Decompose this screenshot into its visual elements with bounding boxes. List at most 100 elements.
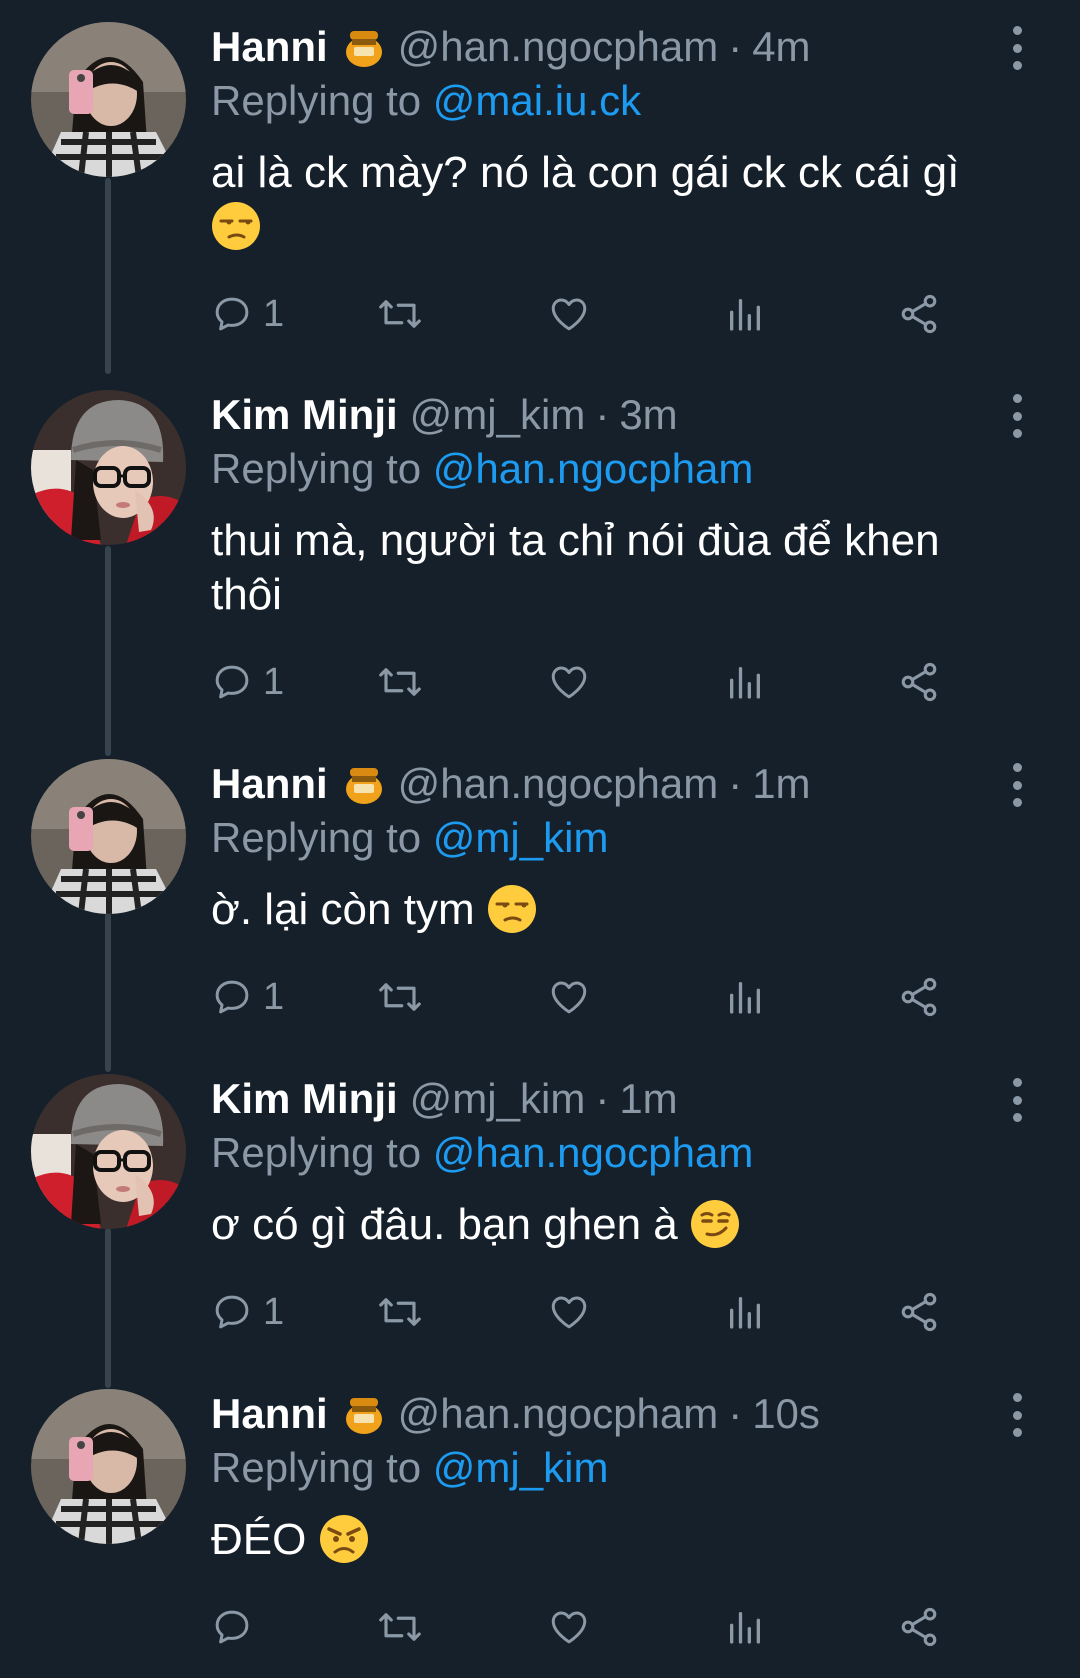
share-button[interactable] <box>897 290 941 338</box>
like-button[interactable] <box>547 290 591 338</box>
like-button[interactable] <box>547 1288 591 1336</box>
like-button[interactable] <box>547 973 591 1021</box>
reply-button[interactable]: 1 <box>211 1288 284 1336</box>
tweet-actions: 1 <box>211 658 1011 706</box>
retweet-icon <box>379 1298 421 1326</box>
display-name[interactable]: Kim Minji <box>211 391 398 439</box>
handle[interactable]: @han.ngocpham <box>398 23 719 71</box>
share-icon <box>901 1292 937 1332</box>
tweet[interactable]: Kim Minji @mj_kim · 3m Replying to @han.… <box>0 368 1080 737</box>
like-button[interactable] <box>547 658 591 706</box>
analytics-icon <box>730 1297 760 1329</box>
tweet-text: ơ có gì đâu. bạn ghen à <box>211 1198 1011 1252</box>
more-options-icon[interactable] <box>1004 763 1030 807</box>
like-button[interactable] <box>547 1603 591 1651</box>
reply-count: 1 <box>263 660 285 703</box>
analytics-button[interactable] <box>725 290 765 338</box>
display-name[interactable]: Hanni <box>211 23 328 71</box>
dot-separator: · <box>595 391 610 438</box>
avatar-hanni[interactable] <box>31 1389 186 1544</box>
tweet-text-content: thui mà, người ta chỉ nói đùa để khen th… <box>211 516 940 619</box>
share-button[interactable] <box>897 1288 941 1336</box>
heart-icon <box>551 298 587 331</box>
replying-label: Replying to <box>211 814 422 861</box>
timestamp[interactable]: 3m <box>619 391 677 439</box>
reply-count: 1 <box>263 1290 285 1333</box>
retweet-button[interactable] <box>376 658 424 706</box>
mention-link[interactable]: @han.ngocpham <box>433 1129 754 1176</box>
share-button[interactable] <box>897 658 941 706</box>
display-name[interactable]: Hanni <box>211 760 328 808</box>
reply-button[interactable]: 1 <box>211 290 284 338</box>
heart-icon <box>551 666 587 699</box>
tweet[interactable]: Hanni @han.ngocpham · 1m Replying to @mj… <box>0 737 1080 1052</box>
avatar-hanni[interactable] <box>31 759 186 914</box>
handle[interactable]: @mj_kim <box>410 1075 586 1123</box>
dot-separator: · <box>595 1075 610 1122</box>
tweet[interactable]: Hanni @han.ngocpham · 10s Replying to @m… <box>0 1367 1080 1678</box>
analytics-button[interactable] <box>725 973 765 1021</box>
honey-pot-icon <box>342 25 386 69</box>
mention-link[interactable]: @mj_kim <box>433 1444 609 1491</box>
timestamp[interactable]: 10s <box>752 1390 820 1438</box>
display-name[interactable]: Hanni <box>211 1390 328 1438</box>
angry-face-icon <box>319 1514 369 1564</box>
retweet-button[interactable] <box>376 290 424 338</box>
more-options-icon[interactable] <box>1004 1393 1030 1437</box>
analytics-icon <box>730 667 760 699</box>
reply-button[interactable]: 1 <box>211 658 284 706</box>
retweet-icon <box>379 1613 421 1641</box>
more-options-icon[interactable] <box>1004 1078 1030 1122</box>
share-button[interactable] <box>897 973 941 1021</box>
heart-icon <box>551 1296 587 1329</box>
analytics-button[interactable] <box>725 658 765 706</box>
reply-icon <box>215 665 249 699</box>
tweet-text-content: ĐÉO <box>211 1515 307 1564</box>
retweet-button[interactable] <box>376 1288 424 1336</box>
mention-link[interactable]: @mj_kim <box>433 814 609 861</box>
share-icon <box>901 294 937 334</box>
more-options-icon[interactable] <box>1004 394 1030 438</box>
avatar-kim-minji[interactable] <box>31 1074 186 1229</box>
reply-count: 1 <box>263 975 285 1018</box>
analytics-icon <box>730 1612 760 1644</box>
reply-icon <box>215 297 249 331</box>
tweet[interactable]: Hanni @han.ngocpham · 4m Replying to @ma… <box>0 0 1080 369</box>
mention-link[interactable]: @mai.iu.ck <box>433 77 641 124</box>
share-button[interactable] <box>897 1603 941 1651</box>
tweet-actions <box>211 1603 1011 1651</box>
replying-to: Replying to @mai.iu.ck <box>211 77 641 125</box>
handle[interactable]: @han.ngocpham <box>398 760 719 808</box>
replying-to: Replying to @han.ngocpham <box>211 1129 753 1177</box>
more-options-icon[interactable] <box>1004 26 1030 70</box>
retweet-button[interactable] <box>376 1603 424 1651</box>
analytics-icon <box>730 982 760 1014</box>
reply-count: 1 <box>263 292 285 335</box>
tweet-text-content: ơ có gì đâu. bạn ghen à <box>211 1200 678 1249</box>
reply-button[interactable] <box>211 1603 263 1651</box>
share-icon <box>901 662 937 702</box>
dot-separator: · <box>728 23 743 70</box>
retweet-icon <box>379 300 421 328</box>
timestamp[interactable]: 1m <box>619 1075 677 1123</box>
handle[interactable]: @mj_kim <box>410 391 586 439</box>
mention-link[interactable]: @han.ngocpham <box>433 445 754 492</box>
display-name[interactable]: Kim Minji <box>211 1075 398 1123</box>
analytics-icon <box>730 299 760 331</box>
timestamp[interactable]: 4m <box>752 23 810 71</box>
unamused-face-icon <box>211 201 261 251</box>
timestamp[interactable]: 1m <box>752 760 810 808</box>
reply-button[interactable]: 1 <box>211 973 284 1021</box>
retweet-button[interactable] <box>376 973 424 1021</box>
avatar-kim-minji[interactable] <box>31 390 186 545</box>
tweet-text: ờ. lại còn tym <box>211 883 1011 937</box>
handle[interactable]: @han.ngocpham <box>398 1390 719 1438</box>
avatar-hanni[interactable] <box>31 22 186 177</box>
tweet[interactable]: Kim Minji @mj_kim · 1m Replying to @han.… <box>0 1052 1080 1367</box>
reply-icon <box>215 980 249 1014</box>
analytics-button[interactable] <box>725 1603 765 1651</box>
replying-to: Replying to @mj_kim <box>211 814 608 862</box>
honey-pot-icon <box>342 762 386 806</box>
tweet-actions: 1 <box>211 1288 1011 1336</box>
analytics-button[interactable] <box>725 1288 765 1336</box>
